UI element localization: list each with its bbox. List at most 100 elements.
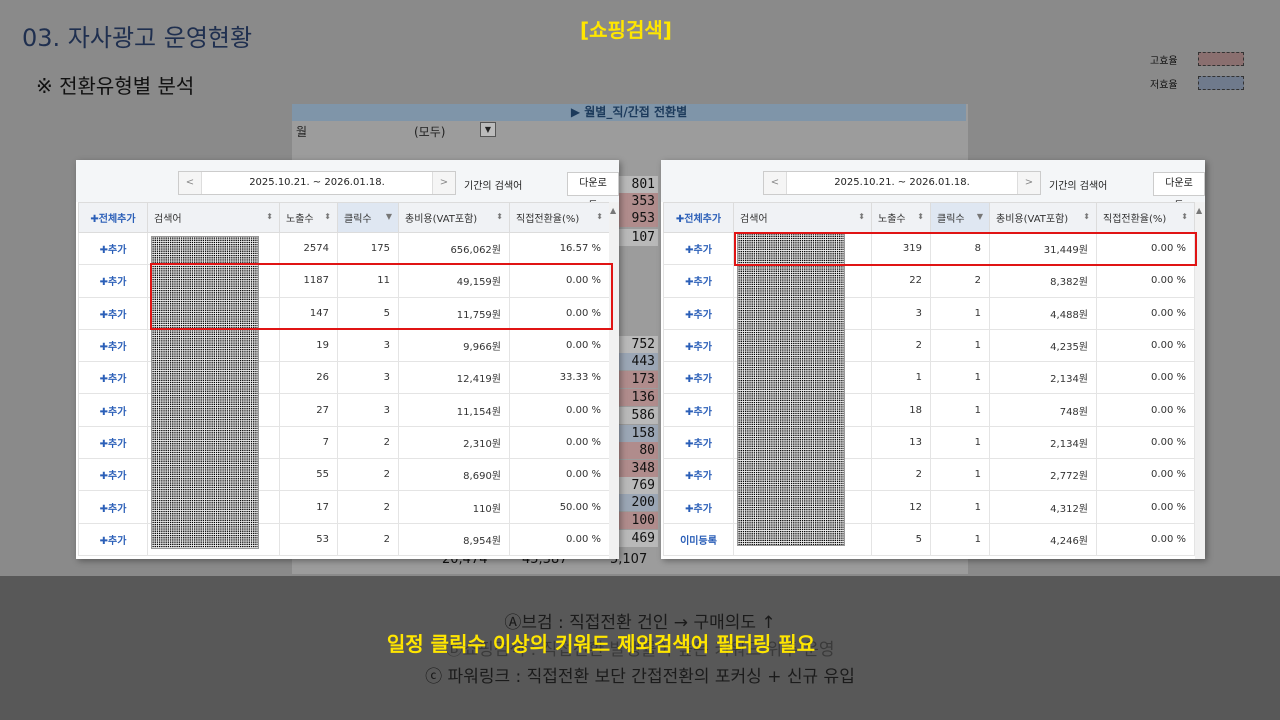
add-keyword-button[interactable]: ✚추가 bbox=[663, 296, 734, 330]
sort-desc-icon[interactable]: ▼ bbox=[977, 212, 983, 221]
cost-cell: 2,772원 bbox=[989, 458, 1097, 492]
add-keyword-button[interactable]: ✚추가 bbox=[78, 393, 148, 427]
add-keyword-button[interactable]: ✚추가 bbox=[663, 328, 734, 363]
next-period-icon[interactable]: > bbox=[433, 172, 455, 194]
impressions-cell: 2 bbox=[871, 458, 931, 492]
add-keyword-button[interactable]: 이미등록 bbox=[663, 522, 734, 556]
sort-icon[interactable]: ⬍ bbox=[917, 212, 924, 221]
header-keyword[interactable]: 검색어 ⬍ bbox=[733, 202, 872, 233]
keyword-panel-right: < 2025.10.21. ~ 2026.01.18. > 기간의 검색어 다운… bbox=[661, 160, 1205, 559]
sort-desc-icon[interactable]: ▼ bbox=[386, 212, 392, 221]
section-label: [쇼핑검색] bbox=[580, 18, 672, 42]
add-keyword-button[interactable]: ✚추가 bbox=[663, 458, 734, 492]
add-keyword-button[interactable]: ✚추가 bbox=[78, 425, 148, 460]
add-keyword-button[interactable]: ✚추가 bbox=[78, 458, 148, 492]
sort-icon[interactable]: ⬍ bbox=[496, 212, 503, 221]
add-all-button[interactable]: ✚전체추가 bbox=[78, 202, 148, 233]
term-label: 기간의 검색어 bbox=[464, 181, 523, 192]
header-cost[interactable]: 총비용(VAT포함) ⬍ bbox=[398, 202, 510, 233]
impressions-cell: 1 bbox=[871, 361, 931, 395]
add-keyword-button[interactable]: ✚추가 bbox=[78, 490, 148, 524]
header-impressions[interactable]: 노출수 ⬍ bbox=[279, 202, 338, 233]
header-label: 검색어 bbox=[154, 214, 182, 225]
add-keyword-button[interactable]: ✚추가 bbox=[78, 296, 148, 330]
background-strip-value: 953 bbox=[618, 210, 658, 227]
background-filter: 월 (모두) ▼ bbox=[292, 121, 966, 139]
cost-cell: 4,312원 bbox=[989, 490, 1097, 524]
background-strip-value: 173 bbox=[618, 371, 658, 388]
prev-period-icon[interactable]: < bbox=[764, 172, 786, 194]
header-impressions[interactable]: 노출수 ⬍ bbox=[871, 202, 931, 233]
header-label: 클릭수 bbox=[344, 214, 372, 225]
add-keyword-button[interactable]: ✚추가 bbox=[78, 328, 148, 363]
add-keyword-button[interactable]: ✚추가 bbox=[663, 490, 734, 524]
legend-swatch-high bbox=[1198, 52, 1244, 66]
filter-dropdown-icon[interactable]: ▼ bbox=[480, 122, 496, 137]
add-keyword-button[interactable]: ✚추가 bbox=[78, 231, 148, 266]
add-keyword-button[interactable]: ✚추가 bbox=[663, 425, 734, 460]
conv-rate-cell: 0.00 % bbox=[1096, 490, 1195, 524]
cost-cell: 8,690원 bbox=[398, 458, 510, 492]
legend-item: 고효율 bbox=[1150, 50, 1260, 68]
cost-cell: 4,488원 bbox=[989, 296, 1097, 330]
add-keyword-button[interactable]: ✚추가 bbox=[663, 264, 734, 298]
sort-icon[interactable]: ⬍ bbox=[266, 212, 273, 221]
redacted-keywords bbox=[737, 232, 845, 546]
header-conv-rate[interactable]: 직접전환율(%) ⬍ bbox=[1096, 202, 1195, 233]
date-range-text[interactable]: 2025.10.21. ~ 2026.01.18. bbox=[786, 172, 1018, 194]
legend-label: 저효율 bbox=[1150, 79, 1178, 91]
header-label: 직접전환율(%) bbox=[516, 214, 580, 225]
keyword-panel-left: < 2025.10.21. ~ 2026.01.18. > 기간의 검색어 다운… bbox=[76, 160, 619, 559]
date-range-text[interactable]: 2025.10.21. ~ 2026.01.18. bbox=[201, 172, 433, 194]
next-period-icon[interactable]: > bbox=[1018, 172, 1040, 194]
header-clicks[interactable]: 클릭수 ▼ bbox=[930, 202, 990, 233]
date-range-picker[interactable]: < 2025.10.21. ~ 2026.01.18. > bbox=[763, 171, 1041, 195]
cost-cell: 656,062원 bbox=[398, 231, 510, 266]
impressions-cell: 19 bbox=[279, 328, 338, 363]
conv-rate-cell: 0.00 % bbox=[1096, 458, 1195, 492]
header-label: 클릭수 bbox=[937, 214, 965, 225]
cost-cell: 8,954원 bbox=[398, 522, 510, 556]
sort-icon[interactable]: ⬍ bbox=[858, 212, 865, 221]
add-keyword-button[interactable]: ✚추가 bbox=[78, 522, 148, 556]
sort-icon[interactable]: ⬍ bbox=[324, 212, 331, 221]
add-keyword-button[interactable]: ✚추가 bbox=[663, 393, 734, 427]
prev-period-icon[interactable]: < bbox=[179, 172, 201, 194]
add-keyword-button[interactable]: ✚추가 bbox=[663, 231, 734, 266]
add-keyword-button[interactable]: ✚추가 bbox=[78, 264, 148, 298]
table-header-row: ✚전체추가 검색어 ⬍ 노출수 ⬍ 클릭수 ▼ 총비용(VAT포함) ⬍ 직접전환율(%… bbox=[78, 202, 610, 233]
sort-icon[interactable]: ⬍ bbox=[1181, 212, 1188, 221]
add-all-button[interactable]: ✚전체추가 bbox=[663, 202, 734, 233]
clicks-cell: 2 bbox=[337, 522, 399, 556]
download-button[interactable]: 다운로드 bbox=[567, 172, 619, 211]
conv-rate-cell: 0.00 % bbox=[1096, 522, 1195, 556]
impressions-cell: 53 bbox=[279, 522, 338, 556]
impressions-cell: 22 bbox=[871, 264, 931, 298]
sort-icon[interactable]: ⬍ bbox=[1083, 212, 1090, 221]
clicks-cell: 1 bbox=[930, 522, 990, 556]
add-keyword-button[interactable]: ✚추가 bbox=[78, 361, 148, 395]
scrollbar[interactable]: ▲ bbox=[609, 202, 619, 559]
background-strip-value: 158 bbox=[618, 425, 658, 442]
header-keyword[interactable]: 검색어 ⬍ bbox=[147, 202, 280, 233]
scroll-up-icon[interactable]: ▲ bbox=[1196, 206, 1202, 215]
header-label: 검색어 bbox=[740, 214, 768, 225]
add-keyword-button[interactable]: ✚추가 bbox=[663, 361, 734, 395]
clicks-cell: 175 bbox=[337, 231, 399, 266]
header-cost[interactable]: 총비용(VAT포함) ⬍ bbox=[989, 202, 1097, 233]
date-range-picker[interactable]: < 2025.10.21. ~ 2026.01.18. > bbox=[178, 171, 456, 195]
scroll-up-icon[interactable]: ▲ bbox=[610, 206, 616, 215]
header-clicks[interactable]: 클릭수 ▼ bbox=[337, 202, 399, 233]
clicks-cell: 2 bbox=[337, 458, 399, 492]
background-strip-value: 200 bbox=[618, 494, 658, 511]
sort-icon[interactable]: ⬍ bbox=[596, 212, 603, 221]
cost-cell: 4,235원 bbox=[989, 328, 1097, 363]
cost-cell: 110원 bbox=[398, 490, 510, 524]
conv-rate-cell: 0.00 % bbox=[509, 522, 610, 556]
header-conv-rate[interactable]: 직접전환율(%) ⬍ bbox=[509, 202, 610, 233]
download-button[interactable]: 다운로드 bbox=[1153, 172, 1205, 211]
conv-rate-cell: 33.33 % bbox=[509, 361, 610, 395]
cost-cell: 2,310원 bbox=[398, 425, 510, 460]
conv-rate-cell: 0.00 % bbox=[1096, 296, 1195, 330]
cost-cell: 11,154원 bbox=[398, 393, 510, 427]
